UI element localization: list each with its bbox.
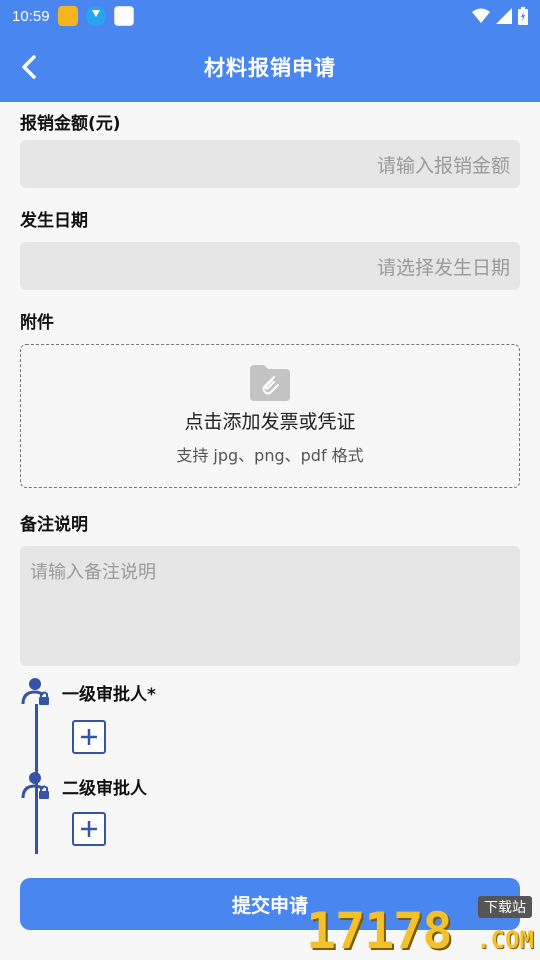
- app-notification-icon: [57, 6, 78, 26]
- wifi-icon: [472, 8, 490, 23]
- chevron-left-icon: [22, 55, 36, 79]
- battery-icon: [518, 7, 528, 25]
- status-bar: 10:59: [0, 0, 540, 32]
- amount-placeholder: 请输入报销金额: [376, 154, 510, 177]
- add-approver-2-button[interactable]: [72, 812, 106, 846]
- person-lock-icon: [21, 772, 49, 799]
- app-header: 材料报销申请: [0, 32, 540, 102]
- watermark-download-label: 下载站: [478, 896, 532, 918]
- status-time: 10:59: [12, 7, 50, 25]
- form-content: 报销金额(元) 请输入报销金额 发生日期 请选择发生日期 附件 点击添加发票或凭…: [20, 102, 520, 666]
- plus-icon: [81, 729, 97, 745]
- approver-level-2-name: 二级审批人: [62, 779, 147, 799]
- amount-label: 报销金额(元): [20, 114, 121, 134]
- amount-input[interactable]: 请输入报销金额: [20, 140, 520, 188]
- date-placeholder: 请选择发生日期: [376, 256, 510, 279]
- date-picker[interactable]: 请选择发生日期: [20, 242, 520, 290]
- approver-section: 一级审批人* 二级审批人: [20, 672, 520, 862]
- app-notification-icon-2: [113, 6, 134, 26]
- remark-placeholder: 请输入备注说明: [30, 562, 156, 583]
- plus-icon: [81, 821, 97, 837]
- attachment-subtitle: 支持 jpg、png、pdf 格式: [176, 446, 364, 465]
- watermark-logo: 17178 下载站 .COM: [306, 896, 536, 960]
- person-lock-icon: [21, 678, 49, 705]
- page-title: 材料报销申请: [204, 56, 336, 80]
- add-approver-1-button[interactable]: [72, 720, 106, 754]
- remark-label: 备注说明: [20, 515, 88, 535]
- attachment-label: 附件: [20, 313, 54, 333]
- date-label: 发生日期: [20, 211, 88, 231]
- remark-textarea[interactable]: 请输入备注说明: [20, 546, 520, 666]
- attachment-upload-area[interactable]: 点击添加发票或凭证 支持 jpg、png、pdf 格式: [20, 344, 520, 488]
- download-notification-icon: [85, 6, 106, 26]
- watermark-number: 17178: [306, 902, 453, 960]
- back-button[interactable]: [14, 52, 44, 82]
- attachment-title: 点击添加发票或凭证: [184, 411, 356, 433]
- folder-attachment-icon: [250, 365, 290, 401]
- approver-level-1-name: 一级审批人*: [62, 685, 156, 705]
- signal-icon: [496, 8, 512, 24]
- watermark-domain: .COM: [476, 926, 534, 954]
